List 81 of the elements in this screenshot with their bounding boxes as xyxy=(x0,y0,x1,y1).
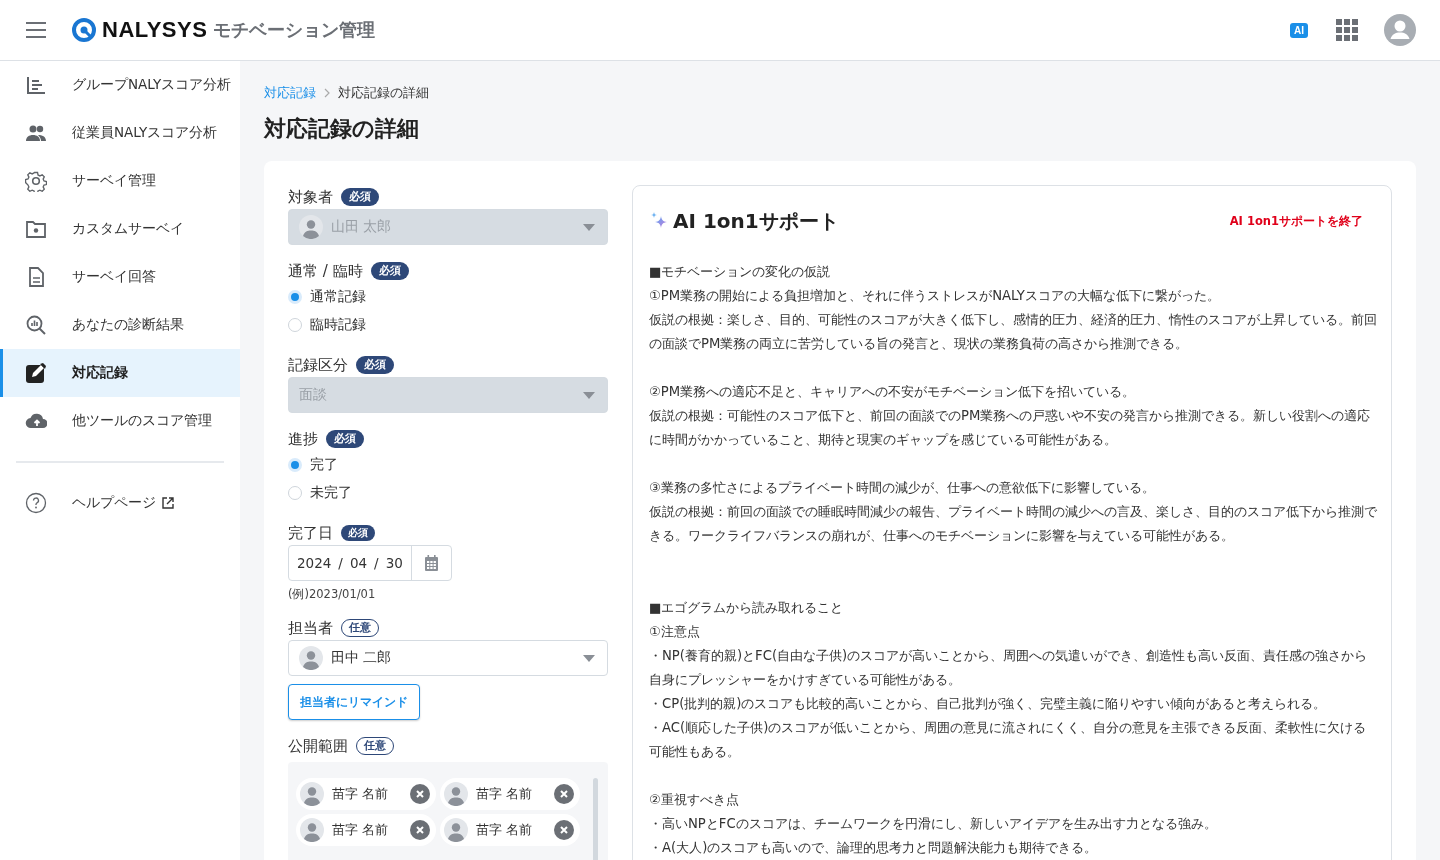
sidebar-item[interactable]: サーベイ回答 xyxy=(0,253,240,301)
required-badge: 必須 xyxy=(341,188,379,206)
sidebar-item[interactable]: カスタムサーベイ xyxy=(0,205,240,253)
panel-title: AI 1on1サポート xyxy=(673,207,839,235)
caret-down-icon xyxy=(583,391,595,399)
ai-text-line: ・A(大人)のスコアも高いので、論理的思考力と問題解決能力も期待できる。 xyxy=(649,839,1099,857)
ai-text-line: ■モチベーションの変化の仮説 xyxy=(649,263,832,281)
ai-text-line: ②重視すべき点 xyxy=(649,791,740,809)
apps-grid-icon[interactable] xyxy=(1336,19,1358,41)
ai-text-line: ・高いNPとFCのスコアは、チームワークを円滑にし、新しいアイデアを生み出す力となる強み。 xyxy=(649,815,1218,833)
required-badge: 必須 xyxy=(370,262,409,280)
page-title: 対応記録の詳細 xyxy=(264,115,420,143)
select-field[interactable]: 田中 二郎 xyxy=(288,640,608,676)
radio-button[interactable] xyxy=(288,318,302,332)
remove-icon[interactable] xyxy=(410,784,430,804)
ai-text-line: 仮説の根拠：可能性のスコア低下と、前回の面談でのPM業務への戸惑いや不安の発言から推測できる。新しい役割への適応に時間がかかっていること、期待と現実のギャップを感じている可能性がある。 xyxy=(649,407,1372,449)
sidebar-item[interactable]: 従業員NALYスコア分析 xyxy=(0,109,240,157)
ai-text-line: 仮説の根拠：楽しさ、目的、可能性のスコアが大きく低下し、感情的圧力、経済的圧力、惰性のスコアが上昇している。前回の面談でPM業務の両立に苦労している旨の発言と、現状の業務負荷の高さから推測できる。 xyxy=(649,311,1377,353)
sidebar-item[interactable]: グループNALYスコア分析 xyxy=(0,61,240,109)
person-chip: 苗字 名前 xyxy=(440,814,580,846)
field-label: 通常 / 臨時 xyxy=(288,261,363,281)
radio-label: 臨時記録 xyxy=(310,316,366,334)
ai-text-line: ■エゴグラムから読み取れること xyxy=(649,599,845,617)
person-chip: 苗字 名前 xyxy=(296,814,436,846)
person-avatar-icon xyxy=(300,818,324,842)
sidebar-item[interactable]: 他ツールのスコア管理 xyxy=(0,397,240,445)
radio-label: 通常記録 xyxy=(310,288,366,306)
remove-icon[interactable] xyxy=(554,820,574,840)
gear-icon xyxy=(25,170,47,192)
radio-label: 未完了 xyxy=(310,484,352,502)
ai-text-line: ・CP(批判的親)のスコアも比較的高いことから、自己批判が強く、完璧主義に陥りやすい傾向があると考えられる。 xyxy=(649,695,1328,713)
radio-button[interactable] xyxy=(288,458,302,472)
required-badge: 必須 xyxy=(356,356,394,374)
ai-text-line: ・NP(養育的親)とFC(自由な子供)のスコアが高いことから、周囲への気遣いができ、創造性も高い反面、責任感の強さから自身にプレッシャーをかけすぎている可能性がある。 xyxy=(649,647,1369,689)
radio-button[interactable] xyxy=(288,290,302,304)
required-badge: 必須 xyxy=(341,525,375,541)
ai-text-line: ③業務の多忙さによるプライベート時間の減少が、仕事への意欲低下に影響している。 xyxy=(649,479,1156,497)
ai-text-line: ①PM業務の開始による負担増加と、それに伴うストレスがNALYスコアの大幅な低下に繋がった。 xyxy=(649,287,1221,305)
person-chip: 苗字 名前 xyxy=(296,778,436,810)
hint-text: (例)2023/01/01 xyxy=(288,587,377,602)
user-avatar-icon[interactable] xyxy=(1384,14,1416,46)
sidebar-item[interactable]: あなたの診断結果 xyxy=(0,301,240,349)
field-label: 担当者 xyxy=(288,618,333,638)
folder-icon xyxy=(25,218,47,240)
ai-text-line: ①注意点 xyxy=(649,623,701,641)
analysis-search-icon xyxy=(25,314,47,336)
person-avatar-icon xyxy=(444,782,468,806)
caret-down-icon xyxy=(583,654,595,662)
calendar-icon xyxy=(423,555,439,571)
chevron-right-icon xyxy=(324,88,330,98)
logo-icon xyxy=(72,18,96,42)
radio-label: 完了 xyxy=(310,456,338,474)
ai-text-line: ②PM業務への適応不足と、キャリアへの不安がモチベーション低下を招いている。 xyxy=(649,383,1137,401)
person-chip: 苗字 名前 xyxy=(440,778,580,810)
external-link-icon xyxy=(162,497,174,509)
field-label: 記録区分 xyxy=(288,355,348,375)
caret-down-icon xyxy=(583,223,595,231)
help-icon xyxy=(25,492,47,514)
field-label: 公開範囲 xyxy=(288,736,348,756)
help-link[interactable]: ヘルプページ xyxy=(0,479,240,527)
product-name: モチベーション管理 xyxy=(213,18,376,42)
radio-button[interactable] xyxy=(288,486,302,500)
breadcrumb-current: 対応記録の詳細 xyxy=(338,84,429,102)
field-label: 進捗 xyxy=(288,429,318,449)
remove-icon[interactable] xyxy=(554,784,574,804)
sidebar-item[interactable]: サーベイ管理 xyxy=(0,157,240,205)
ai-text-line: ・AC(順応した子供)のスコアが低いことから、周囲の意見に流されにくく、自分の意見を主張できる反面、柔軟性に欠ける可能性もある。 xyxy=(649,719,1368,761)
person-avatar-icon xyxy=(444,818,468,842)
chart-icon xyxy=(25,74,47,96)
select-field: 山田 太郎 xyxy=(288,209,608,245)
menu-icon[interactable] xyxy=(26,22,46,38)
end-support-link[interactable]: AI 1on1サポートを終了 xyxy=(1229,213,1363,229)
edit-icon xyxy=(25,362,47,384)
field-label: 完了日 xyxy=(288,523,333,543)
remove-icon[interactable] xyxy=(410,820,430,840)
field-label: 対象者 xyxy=(288,187,333,207)
brand-name: NALYSYS xyxy=(102,17,208,43)
required-badge: 必須 xyxy=(326,430,364,448)
sidebar-item[interactable]: 対応記録 xyxy=(0,349,240,397)
person-avatar-icon xyxy=(300,782,324,806)
ai-text-line: 仮説の根拠：前回の面談での睡眠時間減少の報告、プライベート時間の減少への言及、楽しさ、目的のスコア低下から推測できる。ワークライフバランスの崩れが、仕事へのモチベーションに影響を与えている可能性がある。 xyxy=(649,503,1377,545)
